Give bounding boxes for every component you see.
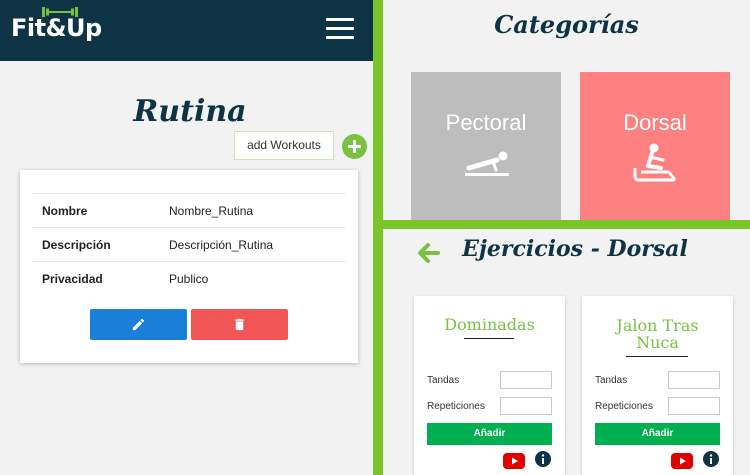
detail-value: Nombre_Rutina [169, 204, 254, 218]
exercise-card-dominadas: Dominadas Tandas Repeticiones Añadir [414, 296, 565, 475]
detail-value: Publico [169, 272, 209, 286]
edit-button[interactable] [90, 309, 187, 340]
detail-value: Descripción_Rutina [169, 238, 274, 252]
tandas-label: Tandas [595, 375, 628, 386]
rutina-details-card: Nombre Nombre_Rutina Descripción Descrip… [20, 170, 358, 363]
exercise-name-underline [464, 338, 514, 339]
repeticiones-input[interactable] [500, 397, 552, 415]
top-navbar: Fit&Up [0, 0, 373, 61]
add-workout-button[interactable] [342, 134, 367, 159]
repeticiones-input[interactable] [668, 397, 720, 415]
tandas-input[interactable] [668, 371, 720, 389]
logo[interactable]: Fit&Up [11, 14, 102, 42]
exercise-card-jalon-tras-nuca: Jalon Tras Nuca Tandas Repeticiones Añad… [582, 296, 733, 475]
category-tile-dorsal[interactable]: Dorsal [580, 72, 730, 220]
detail-key: Descripción [42, 238, 111, 252]
ejercicios-title: Ejercicios - Dorsal [462, 236, 688, 262]
add-workouts-tooltip: add Workouts [234, 131, 334, 160]
tandas-label: Tandas [427, 375, 460, 386]
detail-row-nombre: Nombre Nombre_Rutina [32, 193, 346, 227]
detail-row-privacidad: Privacidad Publico [32, 261, 346, 295]
pushup-icon [465, 151, 509, 176]
tandas-input[interactable] [500, 371, 552, 389]
repeticiones-label: Repeticiones [427, 401, 485, 412]
exercise-name: Jalon Tras Nuca [616, 316, 699, 352]
detail-key: Privacidad [42, 272, 103, 286]
page-title: Rutina [133, 94, 247, 129]
info-icon[interactable] [535, 451, 551, 467]
category-label: Dorsal [623, 110, 687, 135]
app-root: Fit&Up Rutina add Workouts Nombre Nombre… [0, 0, 750, 475]
vertical-divider [373, 0, 383, 475]
add-exercise-button[interactable]: Añadir [595, 423, 720, 445]
youtube-icon[interactable] [671, 453, 693, 469]
repeticiones-label: Repeticiones [595, 401, 653, 412]
trash-icon [235, 318, 244, 331]
categorias-title: Categorías [494, 10, 639, 39]
exercise-name: Dominadas [444, 315, 535, 334]
info-icon[interactable] [703, 451, 719, 467]
exercise-name-underline [626, 356, 688, 357]
add-exercise-button[interactable]: Añadir [427, 423, 552, 445]
delete-button[interactable] [191, 309, 288, 340]
category-label: Pectoral [445, 110, 527, 135]
rowing-icon [633, 143, 677, 182]
detail-key: Nombre [42, 204, 88, 218]
detail-row-descripcion: Descripción Descripción_Rutina [32, 227, 346, 261]
category-tile-pectoral[interactable]: Pectoral [411, 72, 561, 220]
logo-text: Fit&Up [11, 14, 102, 42]
hamburger-icon[interactable] [326, 18, 354, 40]
horizontal-divider [383, 220, 750, 229]
back-arrow-icon[interactable] [416, 242, 440, 264]
dumbbell-icon [42, 7, 78, 17]
youtube-icon[interactable] [503, 453, 525, 469]
pencil-icon [132, 318, 145, 331]
